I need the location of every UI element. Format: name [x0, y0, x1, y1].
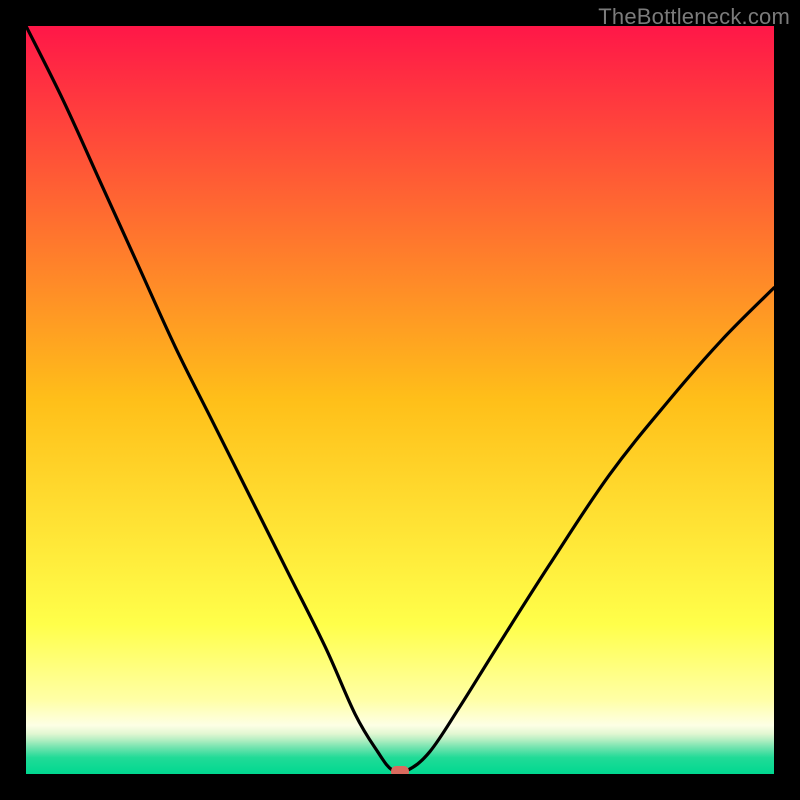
plot-area	[26, 26, 774, 774]
gradient-background	[26, 26, 774, 774]
minimum-marker	[391, 766, 409, 774]
chart-svg	[26, 26, 774, 774]
chart-stage: TheBottleneck.com	[0, 0, 800, 800]
